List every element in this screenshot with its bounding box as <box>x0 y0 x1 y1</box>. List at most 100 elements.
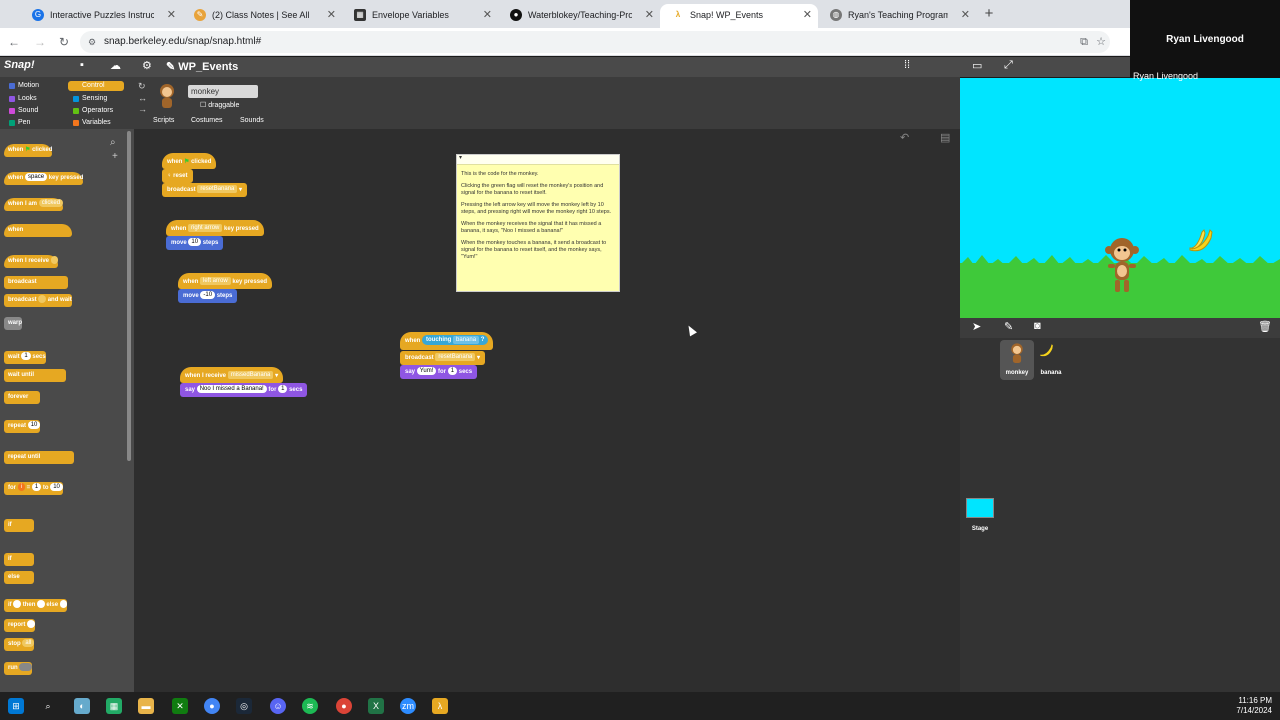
sprite-item-monkey[interactable]: monkey <box>1000 340 1034 380</box>
reset-block[interactable]: ♀ reset <box>162 169 193 183</box>
category-sensing[interactable]: Sensing <box>68 94 124 104</box>
palette-block-when-condition[interactable]: when <box>4 224 72 237</box>
palette-block-if-then-else[interactable]: if then else <box>4 599 68 612</box>
new-tab-button[interactable]: + <box>980 4 998 24</box>
tab-interactive-puzzles[interactable]: G Interactive Puzzles Instruction ✕ <box>20 4 182 28</box>
snap-app-icon[interactable]: λ <box>432 698 448 714</box>
footprints-icon[interactable]: ⁞⁞ <box>904 59 910 71</box>
scripts-area[interactable]: ↶ ▤ when ⚑ clicked ♀ reset broadcast res… <box>134 129 960 692</box>
monkey-sprite[interactable] <box>1105 236 1139 294</box>
tab-scripts[interactable]: Scripts <box>153 117 174 124</box>
tab-class-notes[interactable]: ✎ (2) Class Notes | See All ✕ <box>182 4 342 28</box>
trash-icon[interactable]: 🗑 <box>1258 320 1272 333</box>
tab-snap-wp-events[interactable]: λ Snap! WP_Events ✕ <box>660 4 818 28</box>
script-when-right-arrow[interactable]: when right arrow key pressed <box>166 220 264 236</box>
zoom-icon[interactable]: zm <box>400 698 416 714</box>
steam-icon[interactable]: ◎ <box>236 698 252 714</box>
chrome-profile-icon[interactable]: ● <box>336 698 352 714</box>
settings-gear-icon[interactable]: ⚙ <box>142 59 152 72</box>
collapse-arrow-icon[interactable]: ▾ <box>457 155 462 161</box>
palette-block-repeat-until[interactable]: repeat until <box>4 451 74 464</box>
palette-block-forever[interactable]: forever <box>4 391 40 404</box>
broadcast-reset-banana-block[interactable]: broadcast resetBanana ▾ <box>400 351 486 365</box>
broadcast-reset-banana-block[interactable]: broadcast resetBanana ▾ <box>162 183 248 197</box>
sprite-item-banana[interactable]: banana <box>1034 340 1068 380</box>
stage[interactable] <box>960 78 1280 318</box>
tab-envelope-variables[interactable]: ▦ Envelope Variables ✕ <box>342 4 498 28</box>
search-icon[interactable]: ⌕ <box>110 137 116 148</box>
excel-icon[interactable]: X <box>368 698 384 714</box>
system-clock[interactable]: 11:16 PM 7/14/2024 <box>1236 696 1272 716</box>
app-icon[interactable]: ▦ <box>106 698 122 714</box>
file-explorer-icon[interactable]: ▬ <box>138 698 154 714</box>
palette-block-when-key-pressed[interactable]: when space key pressed <box>4 172 84 185</box>
palette-block-for[interactable]: for i = 1 to 10 <box>4 482 63 495</box>
comment-title-bar[interactable]: ▾ <box>457 155 619 165</box>
category-motion[interactable]: Motion <box>4 81 60 91</box>
close-icon[interactable]: ✕ <box>961 4 970 26</box>
widgets-icon[interactable]: ◐ <box>74 698 90 714</box>
script-when-left-arrow[interactable]: when left arrow key pressed <box>178 273 273 289</box>
stage-size-icon[interactable]: ▭ <box>972 59 982 72</box>
sprite-name-field[interactable]: monkey <box>188 85 258 98</box>
move-10-steps-block[interactable]: move 10 steps <box>166 236 224 250</box>
stage-thumbnail[interactable] <box>966 498 994 518</box>
move-neg-10-steps-block[interactable]: move -10 steps <box>178 289 238 303</box>
palette-block-when-i-receive[interactable]: when I receive <box>4 255 59 268</box>
close-icon[interactable]: ✕ <box>645 4 654 26</box>
palette-block-wait-until[interactable]: wait until <box>4 369 66 382</box>
no-rotate-icon[interactable]: → <box>138 104 147 114</box>
cloud-icon[interactable]: ☁ <box>110 59 121 72</box>
install-icon[interactable]: ⧉ <box>1080 31 1088 53</box>
say-noo-block[interactable]: say Noo I missed a Banana! for 1 secs <box>180 383 308 397</box>
palette-block-when-i-am[interactable]: when I am clicked <box>4 198 64 211</box>
palette-block-if[interactable]: if <box>4 519 34 532</box>
rotate-icon[interactable]: ↻ <box>138 81 146 92</box>
turtle-arrow-icon[interactable]: ➤ <box>972 320 981 333</box>
palette-scrollbar[interactable] <box>127 131 131 461</box>
chrome-icon[interactable]: ● <box>204 698 220 714</box>
undo-icon[interactable]: ↶ <box>900 131 909 144</box>
tab-ryans-teaching[interactable]: ◍ Ryan's Teaching Programming ✕ <box>818 4 976 28</box>
close-icon[interactable]: ✕ <box>803 4 812 26</box>
palette-block-when-flag-clicked[interactable]: when ⚑ clicked <box>4 144 53 157</box>
tab-costumes[interactable]: Costumes <box>191 117 223 124</box>
reload-icon[interactable]: ↻ <box>56 34 72 50</box>
palette-block-run[interactable]: run <box>4 662 33 675</box>
file-icon[interactable]: ▪ <box>80 59 84 71</box>
back-arrow-icon[interactable]: ← <box>6 34 22 50</box>
fullscreen-icon[interactable]: ⤢ <box>1004 59 1013 72</box>
bookmark-star-icon[interactable]: ☆ <box>1096 31 1106 53</box>
category-pen[interactable]: Pen <box>4 118 60 128</box>
script-when-flag-clicked[interactable]: when ⚑ clicked <box>162 153 217 169</box>
palette-block-broadcast[interactable]: broadcast <box>4 276 68 289</box>
search-icon[interactable]: ⌕ <box>40 698 56 714</box>
palette-block-report[interactable]: report <box>4 619 35 632</box>
palette-block-stop[interactable]: stop all <box>4 638 35 651</box>
tab-sounds[interactable]: Sounds <box>240 117 264 124</box>
category-variables[interactable]: Variables <box>68 118 124 128</box>
forward-arrow-icon[interactable]: → <box>32 34 48 50</box>
spotify-icon[interactable]: ≋ <box>302 698 318 714</box>
url-field[interactable]: ⚙ snap.berkeley.edu/snap/snap.html# ⧉ ☆ <box>80 31 1110 53</box>
left-right-icon[interactable]: ↔ <box>138 93 147 103</box>
touching-predicate[interactable]: touching banana ? <box>422 335 489 346</box>
tab-github[interactable]: ● Waterblokey/Teaching-Program ✕ <box>498 4 660 28</box>
category-operators[interactable]: Operators <box>68 106 124 116</box>
add-block-icon[interactable]: + <box>112 151 118 162</box>
close-icon[interactable]: ✕ <box>483 4 492 26</box>
banana-sprite[interactable] <box>1186 226 1214 254</box>
draggable-checkbox[interactable]: ☐ draggable <box>200 101 239 109</box>
discord-icon[interactable]: ☺ <box>270 698 286 714</box>
palette-block-repeat[interactable]: repeat 10 <box>4 420 41 433</box>
close-icon[interactable]: ✕ <box>327 4 336 26</box>
keyboard-icon[interactable]: ▤ <box>940 131 950 144</box>
category-control[interactable]: Control <box>68 81 124 91</box>
category-sound[interactable]: Sound <box>4 106 60 116</box>
close-icon[interactable]: ✕ <box>167 4 176 26</box>
palette-block-if-else[interactable]: if <box>4 553 34 566</box>
say-yum-block[interactable]: say Yum! for 1 secs <box>400 365 478 379</box>
windows-start-icon[interactable]: ⊞ <box>8 698 24 714</box>
palette-block-wait-secs[interactable]: wait 1 secs <box>4 351 46 364</box>
site-info-icon[interactable]: ⚙ <box>88 31 96 53</box>
